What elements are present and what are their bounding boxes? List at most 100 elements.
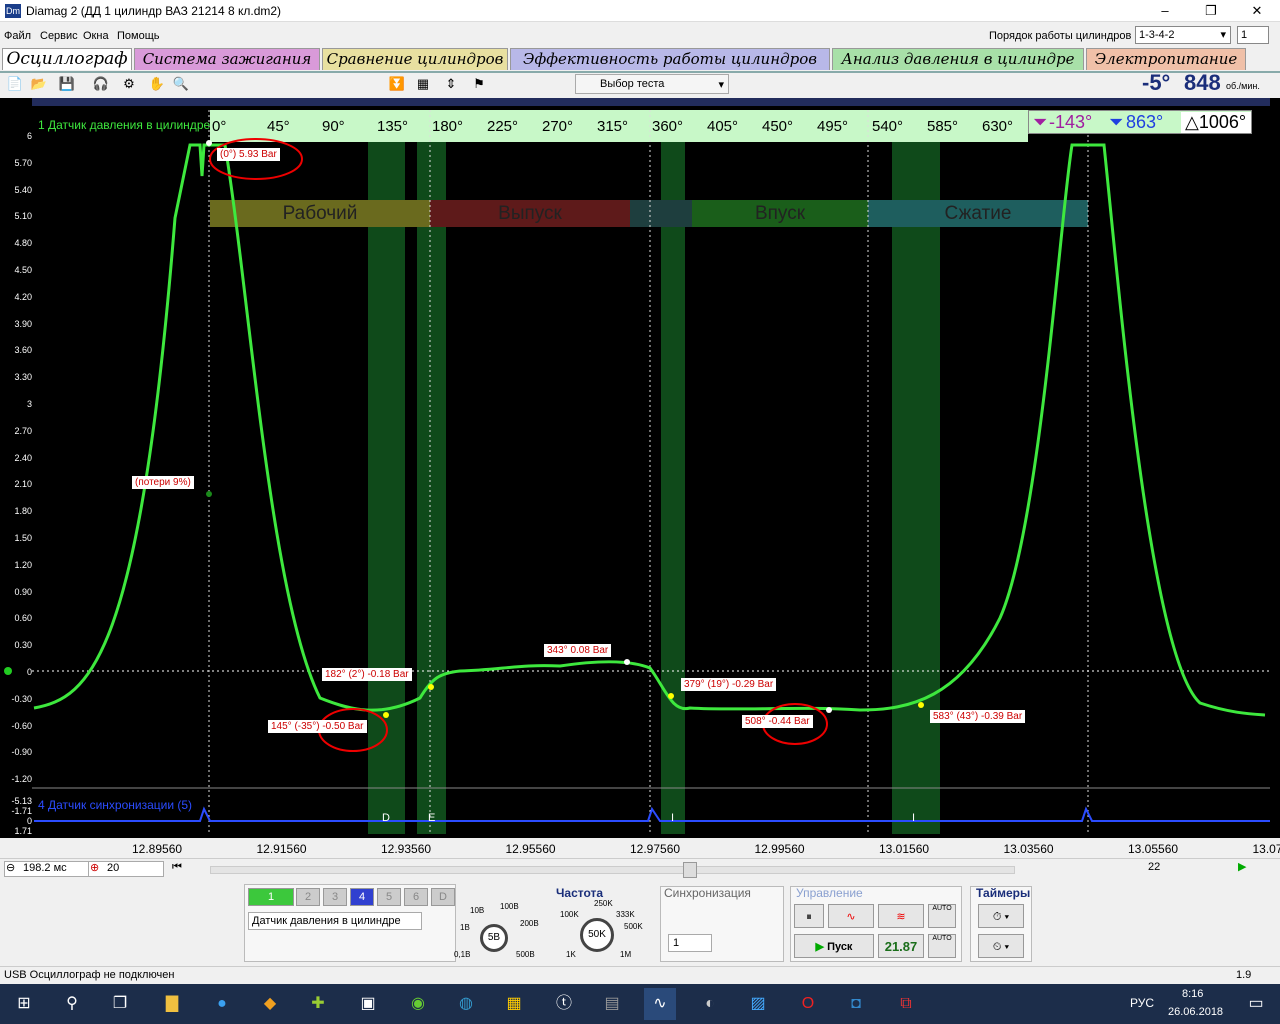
knob-label: 1M (620, 950, 632, 959)
channel-button[interactable]: 3 (323, 888, 347, 906)
app-icon[interactable]: ◉ (402, 988, 434, 1020)
marker-label[interactable]: (потери 9%) (132, 476, 194, 489)
open-folder-icon[interactable]: 📂 (30, 75, 48, 93)
marker-label[interactable]: 145° (-35°) -0.50 Bar (268, 720, 367, 733)
angle-readout: -5° (1142, 70, 1171, 95)
timer-icon[interactable]: ⏲ ▾ (978, 934, 1024, 958)
cylinder-order-select[interactable]: 1-3-4-2 ▾ (1135, 26, 1231, 44)
y-tick-label: 0.60 (14, 613, 32, 624)
channel-button[interactable]: 6 (404, 888, 428, 906)
app-icon[interactable]: ▦ (498, 988, 530, 1020)
sensor-select[interactable]: Датчик давления в цилиндре (248, 912, 422, 930)
zoom-in-icon[interactable]: ⊕ (90, 861, 99, 874)
scrollbar-thumb[interactable] (683, 862, 697, 878)
chevron-down-icon: ▾ (1220, 29, 1226, 41)
app-icon[interactable]: ◆ (254, 988, 286, 1020)
scrollbar[interactable] (210, 866, 1015, 874)
menu-service[interactable]: Сервис (40, 30, 78, 42)
grid-icon[interactable]: ▦ (414, 75, 432, 93)
first-frame-icon[interactable]: ⏮ (172, 861, 182, 874)
y-tick-label: -0.90 (11, 747, 32, 758)
sync-channel-title: 4 Датчик синхронизации (5) (38, 798, 193, 812)
tab-power[interactable]: Электропитание (1086, 48, 1246, 70)
x-tick-label: 12.93560 (381, 842, 432, 856)
marker-label[interactable]: 343° 0.08 Bar (544, 644, 612, 657)
test-select[interactable]: Выбор теста ▾ (575, 74, 729, 94)
cursor-a-value: -143° (1049, 112, 1093, 132)
clock-date: 26.06.2018 (1168, 1006, 1224, 1018)
zoom-out-icon[interactable]: ⊖ (6, 861, 15, 874)
auto-button[interactable]: AUTO (928, 904, 956, 928)
start-icon[interactable]: ⊞ (8, 988, 40, 1020)
zoom-icon[interactable]: 🔍 (172, 75, 190, 93)
language-indicator[interactable]: РУС (1130, 996, 1154, 1010)
channel-button[interactable]: D (431, 888, 455, 906)
menu-help[interactable]: Помощь (117, 30, 160, 42)
sync-mark: D (382, 812, 390, 824)
play-icon[interactable]: ▶ (1238, 860, 1246, 873)
markers-icon[interactable]: ⇕ (442, 75, 460, 93)
sine-icon[interactable]: ∿ (828, 904, 874, 928)
close-button[interactable]: ✕ (1234, 0, 1280, 22)
app-icon[interactable]: ▣ (352, 988, 384, 1020)
marker-label[interactable]: 182° (2°) -0.18 Bar (322, 668, 412, 681)
app-icon[interactable]: ▤ (596, 988, 628, 1020)
channel-button[interactable]: 4 (350, 888, 374, 906)
flag-icon[interactable]: ⚑ (470, 75, 488, 93)
app-icon[interactable]: ✚ (302, 988, 334, 1020)
marker-label[interactable]: 583° (43°) -0.39 Bar (930, 710, 1026, 723)
knob-label: 500В (516, 950, 535, 959)
volts-knob[interactable]: 5В (480, 924, 508, 952)
marker-label[interactable]: (0°) 5.93 Bar (217, 148, 280, 161)
minimize-button[interactable]: – (1142, 0, 1188, 22)
save-icon[interactable]: 💾 (58, 75, 76, 93)
notification-icon[interactable]: ▭ (1240, 988, 1272, 1020)
search-icon[interactable]: ⚲ (56, 988, 88, 1020)
auto-button-2[interactable]: AUTO (928, 934, 956, 958)
hand-icon[interactable]: ✋ (148, 75, 166, 93)
tab-cylinder-compare[interactable]: Сравнение цилиндров (322, 48, 508, 70)
tab-ignition[interactable]: Система зажигания (134, 48, 320, 70)
app-icon[interactable]: ◘ (840, 988, 872, 1020)
pdf-icon[interactable]: ⧉ (890, 988, 922, 1020)
timer-icon[interactable]: ⏱ ▾ (978, 904, 1024, 928)
cylinder-select[interactable]: 1 (1237, 26, 1269, 44)
channel-button[interactable]: 1 (248, 888, 294, 906)
offset-value: 20 (107, 862, 120, 874)
tab-pressure-analysis[interactable]: Анализ давления в цилиндре (832, 48, 1084, 70)
marker-label[interactable]: 379° (19°) -0.29 Bar (681, 678, 777, 691)
offset-select[interactable]: 20 (88, 861, 164, 877)
channel-button[interactable]: 5 (377, 888, 401, 906)
app-icon[interactable]: ◐ (694, 988, 726, 1020)
app-icon[interactable]: ⓣ (548, 988, 580, 1020)
marker-label[interactable]: 508° -0.44 Bar (742, 715, 813, 728)
pause-icon[interactable]: ⏸ (794, 904, 824, 928)
tab-cylinder-efficiency[interactable]: Эффективность работы цилиндров (510, 48, 830, 70)
settings-icon[interactable]: ⚙ (120, 75, 138, 93)
app-icon: Dm (5, 4, 21, 18)
timebase-value: 198.2 мс (23, 862, 67, 874)
task-view-icon[interactable]: ❐ (104, 988, 136, 1020)
timebase-select[interactable]: 198.2 мс (4, 861, 90, 877)
opera-icon[interactable]: O (792, 988, 824, 1020)
menu-file[interactable]: Файл (4, 30, 31, 42)
sync-channel-select[interactable]: 1 (668, 934, 712, 952)
app-icon[interactable]: ● (206, 988, 238, 1020)
run-button[interactable]: ▶ Пуск (794, 934, 874, 958)
delta-icon: △ (1185, 112, 1199, 132)
tab-oscilloscope[interactable]: Осциллограф (2, 48, 132, 70)
x-tick-label: 12.89560 (132, 842, 183, 856)
freq-title: Частота (556, 886, 604, 900)
new-file-icon[interactable]: 📄 (6, 75, 24, 93)
menu-windows[interactable]: Окна (83, 30, 109, 42)
freq-knob[interactable]: 50K (580, 918, 614, 952)
noise-icon[interactable]: ≋ (878, 904, 924, 928)
app-icon[interactable]: ▨ (742, 988, 774, 1020)
probe-icon[interactable]: 🎧 (92, 75, 110, 93)
filter-icon[interactable]: ⏬ (388, 75, 406, 93)
diamag-icon[interactable]: ∿ (644, 988, 676, 1020)
maximize-button[interactable]: ❐ (1188, 0, 1234, 22)
channel-button[interactable]: 2 (296, 888, 320, 906)
folder-icon[interactable]: ▇ (156, 988, 188, 1020)
app-icon[interactable]: ◍ (450, 988, 482, 1020)
